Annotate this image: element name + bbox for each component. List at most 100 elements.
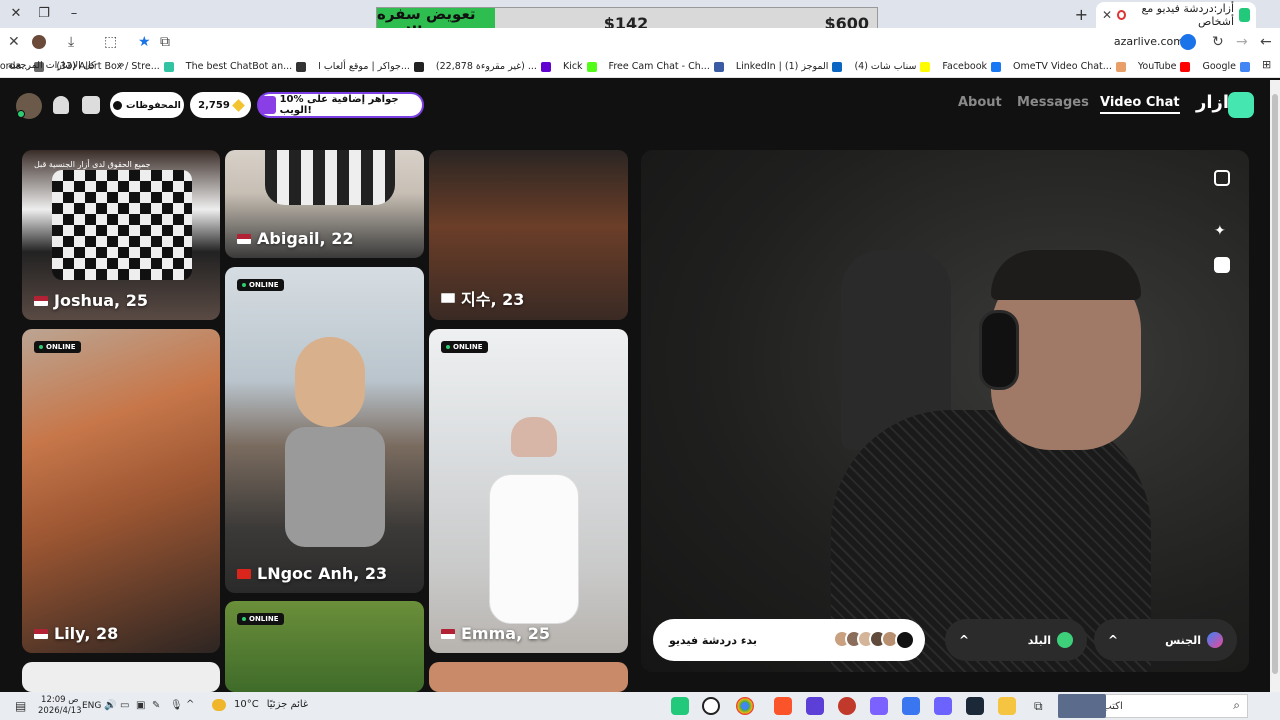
task-view-icon[interactable]: ⧉ (1034, 699, 1043, 714)
magic-wand-icon[interactable]: ✦ (1214, 223, 1226, 239)
country-label: البلد (1027, 633, 1051, 647)
url-text[interactable]: azarlive.com (1114, 35, 1184, 48)
nav-messages[interactable]: Messages (1017, 95, 1089, 110)
profile-card-joshua[interactable]: جميع الحقوق لدى أزار الجنسية قبل Joshua,… (22, 150, 220, 320)
opera-icon[interactable] (838, 697, 856, 715)
back-icon[interactable]: ← (1260, 34, 1272, 50)
bookmark-item[interactable]: جواكر | موقع ألعاب ا... (318, 61, 424, 72)
face-filter-icon[interactable] (1214, 257, 1230, 273)
card-name: Lily, 28 (34, 624, 118, 643)
azar-logo-icon[interactable] (1228, 92, 1254, 118)
app-icon-discord[interactable] (870, 697, 888, 715)
extensions-icon[interactable]: ⬚ (104, 34, 117, 50)
download-icon[interactable]: ⤓ (68, 34, 74, 50)
file-explorer-icon[interactable] (998, 697, 1016, 715)
system-clock[interactable]: 12:09 ص 2026/4/13 (38, 695, 82, 717)
us-flag-icon (34, 295, 48, 306)
apps-grid-icon[interactable]: ⊞ (1262, 58, 1271, 71)
bookmark-item[interactable]: Kick (563, 61, 597, 72)
close-icon[interactable]: ✕ (8, 34, 20, 50)
volume-icon[interactable]: 🔊 (104, 700, 116, 711)
profile-card-ngoc-anh[interactable]: ONLINE LNgoc Anh, 23 (225, 267, 424, 593)
profile-card-partial[interactable] (22, 662, 220, 692)
gems-balance-button[interactable]: 2,759 (190, 92, 251, 118)
logo-text[interactable]: ازار (1196, 92, 1229, 113)
profile-card-plant[interactable]: ONLINE (225, 601, 424, 692)
tab-azar[interactable]: أزار:دردشة فيديو مع أشخاص ✕ (1096, 2, 1256, 28)
address-bar: ✕ ⤓ ⬚ ★ ⧉ azarlive.com ↻ → ← (0, 28, 1280, 56)
site-info-icon[interactable] (1180, 34, 1196, 50)
online-badge: ONLINE (237, 279, 284, 291)
network-icon[interactable]: ▭ (120, 700, 129, 711)
saved-label: المحفوظات (126, 99, 181, 111)
obs-icon[interactable] (702, 697, 720, 715)
scrollbar-thumb[interactable] (1272, 94, 1278, 674)
card-photo (489, 474, 579, 624)
tray-chevron-icon[interactable]: ^ (186, 699, 194, 710)
saved-button[interactable]: المحفوظات (110, 92, 184, 118)
gift-icon (259, 96, 276, 114)
ime-icon[interactable]: ✎ (152, 700, 160, 711)
bookmark-item[interactable]: YouTube (1138, 61, 1191, 72)
card-photo (265, 150, 395, 205)
bookmark-item[interactable]: The best ChatBot an... (186, 61, 307, 72)
cast-icon[interactable]: ⧉ (160, 34, 170, 50)
profile-card-lily[interactable]: ONLINE Lily, 28 (22, 329, 220, 653)
bookmark-label: Kick (562, 61, 583, 72)
fullscreen-icon[interactable] (1214, 170, 1230, 186)
azar-app-icon[interactable] (671, 697, 689, 715)
close-tab-icon[interactable]: ✕ (1102, 8, 1112, 22)
steam-icon[interactable] (966, 697, 984, 715)
profile-card-partial[interactable] (429, 662, 628, 692)
kr-flag-icon (441, 293, 455, 303)
chrome-icon[interactable] (736, 697, 754, 715)
profile-card-jisu[interactable]: 지수, 23 (429, 150, 628, 320)
notifications-icon[interactable]: ▤ (15, 699, 26, 713)
minimize-window-icon[interactable]: – (64, 4, 84, 24)
nav-video-chat[interactable]: Video Chat (1100, 95, 1180, 114)
reload-icon[interactable]: ↻ (1212, 34, 1224, 50)
gender-filter-button[interactable]: ^ الجنس (1094, 619, 1237, 661)
language-indicator[interactable]: ENG (82, 701, 101, 711)
gems-count: 2,759 (198, 99, 230, 111)
store-icon[interactable] (82, 96, 100, 114)
all-bookmarks[interactable]: كل الإشارات المرجعية (8, 60, 96, 71)
online-badge: ONLINE (441, 341, 488, 353)
restore-window-icon[interactable]: ❐ (34, 4, 54, 24)
close-window-icon[interactable]: ✕ (6, 4, 26, 24)
app-icon-grid[interactable] (806, 697, 824, 715)
bookmark-item[interactable]: (22,878 غير مقروءة) ... (436, 61, 551, 72)
profile-icon[interactable] (32, 35, 46, 49)
display-icon[interactable]: ▣ (136, 700, 145, 711)
store-icon[interactable] (902, 697, 920, 715)
bookmark-favicon-icon (163, 61, 174, 72)
gems-promo-button[interactable]: 10% جواهر إضافية على الويب! (257, 92, 424, 118)
bookmark-star-icon[interactable]: ★ (138, 34, 151, 50)
bookmark-favicon-icon (296, 61, 307, 72)
brave-icon[interactable] (774, 697, 792, 715)
profile-card-abigail[interactable]: Abigail, 22 (225, 150, 424, 258)
more-bookmarks-icon[interactable]: » (118, 58, 125, 71)
bookmark-item[interactable]: OmeTV Video Chat... (1013, 61, 1126, 72)
start-video-chat-button[interactable]: بدء دردشة فيديو (653, 619, 925, 661)
bookmark-item[interactable]: LinkedIn | (1) الموجز (736, 61, 843, 72)
forward-icon[interactable]: → (1236, 34, 1248, 50)
mic-icon[interactable]: 🎙 (170, 700, 183, 711)
country-filter-button[interactable]: ^ البلد (945, 619, 1087, 661)
bookmark-item[interactable]: Google (1202, 61, 1250, 72)
bookmark-favicon-icon (413, 61, 424, 72)
bookmark-label: جواكر | موقع ألعاب ا... (318, 61, 410, 72)
app-icon-purple[interactable] (934, 697, 952, 715)
card-photo-hat (511, 417, 557, 457)
bell-icon[interactable] (53, 96, 69, 114)
gender-icon (1207, 632, 1223, 648)
bookmark-item[interactable]: (4) سناب شات (854, 61, 931, 72)
search-highlight-image[interactable] (1058, 694, 1106, 718)
bookmark-item[interactable]: Facebook (942, 61, 1002, 72)
nav-about[interactable]: About (958, 95, 1002, 110)
new-tab-button[interactable]: + (1075, 5, 1088, 24)
profile-card-emma[interactable]: ONLINE Emma, 25 (429, 329, 628, 653)
bookmark-item[interactable]: Free Cam Chat - Ch... (609, 61, 724, 72)
weather-widget[interactable]: 10°C غائم جزئيًا (212, 699, 308, 711)
online-status-dot (17, 110, 25, 118)
